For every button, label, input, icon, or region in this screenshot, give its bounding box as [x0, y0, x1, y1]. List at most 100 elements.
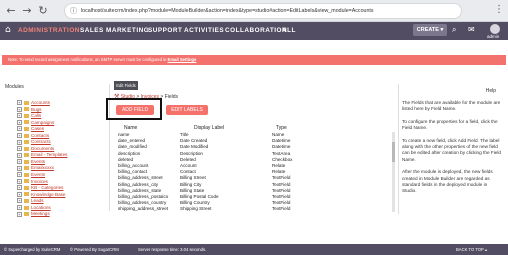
- scrollbar-thumb[interactable]: [392, 142, 395, 162]
- expand-icon[interactable]: +: [17, 146, 22, 152]
- help-paragraph: To create a new field, click Add Field. …: [402, 137, 502, 162]
- fields-table: name Title Name date_entered Date Created Dat…: [112, 132, 398, 212]
- expand-icon[interactable]: +: [17, 106, 22, 112]
- tree-item-label[interactable]: KB - Categories: [31, 185, 63, 190]
- tree-item-label[interactable]: Leads: [31, 198, 44, 203]
- tree-item[interactable]: + Meetings: [17, 211, 109, 218]
- help-paragraph: To configure the properties for a field,…: [402, 118, 498, 131]
- expand-icon[interactable]: +: [17, 159, 22, 165]
- folder-icon: [24, 159, 29, 164]
- email-settings-link[interactable]: Email Settings: [168, 57, 197, 62]
- folder-icon: [24, 113, 29, 118]
- folder-icon: [24, 107, 29, 112]
- expand-icon[interactable]: +: [17, 133, 22, 139]
- forward-icon[interactable]: →: [20, 4, 34, 18]
- tab-edit-fields[interactable]: Edit Fields: [114, 81, 138, 90]
- expand-icon[interactable]: +: [17, 152, 22, 158]
- help-paragraph: After the module is deployed, the new fi…: [402, 169, 493, 194]
- expand-icon[interactable]: +: [17, 178, 22, 184]
- type-cell: TextField: [272, 206, 291, 212]
- column-type[interactable]: Type: [276, 125, 287, 131]
- avatar[interactable]: [490, 24, 500, 34]
- footer-response-time: Server response time: 3.04 seconds.: [138, 247, 207, 252]
- breadcrumb-current: Fields: [164, 94, 179, 100]
- nav-collaboration[interactable]: COLLABORATION: [225, 27, 287, 34]
- nav-activities[interactable]: ACTIVITIES: [184, 27, 224, 34]
- column-display-label[interactable]: Display Label: [194, 125, 224, 131]
- main-navigation: ⌂ ADMINISTRATION SALES MARKETING SUPPORT…: [0, 22, 508, 40]
- nav-support[interactable]: SUPPORT: [148, 27, 182, 34]
- folder-icon: [24, 140, 29, 145]
- tree-item-label[interactable]: Cases: [31, 126, 44, 131]
- folder-icon: [24, 179, 29, 184]
- folder-icon: [24, 133, 29, 138]
- tree-item-label[interactable]: Email - Templates: [31, 152, 67, 157]
- sidebar-header: Modules: [5, 84, 24, 90]
- add-field-button[interactable]: ADD FIELD: [116, 105, 154, 115]
- folder-icon: [24, 120, 29, 125]
- tree-item-label[interactable]: Contracts: [31, 139, 51, 144]
- info-icon: ⓘ: [70, 7, 77, 15]
- expand-icon[interactable]: +: [17, 191, 22, 197]
- expand-icon[interactable]: +: [17, 185, 22, 191]
- tree-item-label[interactable]: Events: [31, 172, 45, 177]
- help-panel: Help The Fields that are available for t…: [398, 84, 506, 214]
- expand-icon[interactable]: +: [17, 198, 22, 204]
- footer-sugarcrm[interactable]: © Powered By SugarCRM: [70, 244, 119, 255]
- tree-item-label[interactable]: Locations: [31, 205, 51, 210]
- notifications-icon[interactable]: ✉: [468, 25, 475, 34]
- tree-item-label[interactable]: Invoices: [31, 179, 48, 184]
- expand-icon[interactable]: +: [17, 119, 22, 125]
- expand-icon[interactable]: +: [17, 172, 22, 178]
- help-body: The Fields that are available for the mo…: [402, 100, 502, 201]
- expand-icon[interactable]: +: [17, 205, 22, 211]
- footer-suitecrm[interactable]: © Supercharged by SuiteCRM: [4, 244, 60, 255]
- reload-icon[interactable]: ↻: [36, 4, 50, 18]
- nav-administration[interactable]: ADMINISTRATION: [18, 27, 80, 34]
- user-label[interactable]: admin: [487, 34, 499, 39]
- help-paragraph: The Fields that are available for the mo…: [402, 100, 501, 112]
- search-icon[interactable]: ⌕: [452, 25, 456, 35]
- edit-labels-button[interactable]: EDIT LABELS: [166, 105, 208, 115]
- expand-icon[interactable]: +: [17, 113, 22, 119]
- folder-icon: [24, 100, 29, 105]
- folder-icon: [24, 153, 29, 158]
- address-bar[interactable]: ⓘ localhost/suitecrm/index.php?module=Mo…: [64, 3, 462, 19]
- expand-icon[interactable]: +: [17, 165, 22, 171]
- expand-icon[interactable]: +: [17, 126, 22, 132]
- tree-item-label[interactable]: Documents: [31, 146, 54, 151]
- browser-menu-icon[interactable]: ⋮: [494, 4, 504, 15]
- folder-icon: [24, 198, 29, 203]
- alert-text: Note: To send record assignment notifica…: [8, 57, 167, 62]
- back-icon[interactable]: ←: [4, 4, 18, 18]
- tree-item-label[interactable]: Accounts: [31, 100, 50, 105]
- tree-item-label[interactable]: Meetings: [31, 211, 50, 216]
- tree-item-label[interactable]: Calls: [31, 113, 41, 118]
- tree-item-label[interactable]: Bugs: [31, 107, 41, 112]
- smtp-alert: Note: To send record assignment notifica…: [2, 55, 506, 65]
- nav-all[interactable]: ALL: [282, 27, 296, 34]
- nav-sales[interactable]: SALES: [80, 27, 104, 34]
- folder-icon: [24, 192, 29, 197]
- folder-icon: [24, 126, 29, 131]
- folder-icon: [24, 166, 29, 171]
- home-icon[interactable]: ⌂: [5, 25, 11, 35]
- tree-item-label[interactable]: Campaigns: [31, 120, 54, 125]
- field-name-cell[interactable]: shipping_address_street: [118, 206, 168, 212]
- tree-item-label[interactable]: Events: [31, 159, 45, 164]
- folder-icon: [24, 212, 29, 217]
- table-scrollbar[interactable]: [392, 132, 395, 212]
- expand-icon[interactable]: +: [17, 100, 22, 106]
- column-name[interactable]: Name: [124, 125, 137, 131]
- folder-icon: [24, 185, 29, 190]
- create-button[interactable]: CREATE ▾: [413, 24, 447, 36]
- expand-icon[interactable]: +: [17, 211, 22, 217]
- expand-icon[interactable]: +: [17, 139, 22, 145]
- tree-item-label[interactable]: Contacts: [31, 133, 49, 138]
- back-to-top-link[interactable]: BACK TO TOP ▴: [456, 244, 487, 255]
- tree-item-label[interactable]: Knowledge Base: [31, 192, 65, 197]
- table-row[interactable]: shipping_address_street Shipping Street Te…: [112, 206, 398, 212]
- nav-marketing[interactable]: MARKETING: [106, 27, 149, 34]
- folder-icon: [24, 172, 29, 177]
- tree-item-label[interactable]: Emailxxxxx: [31, 165, 54, 170]
